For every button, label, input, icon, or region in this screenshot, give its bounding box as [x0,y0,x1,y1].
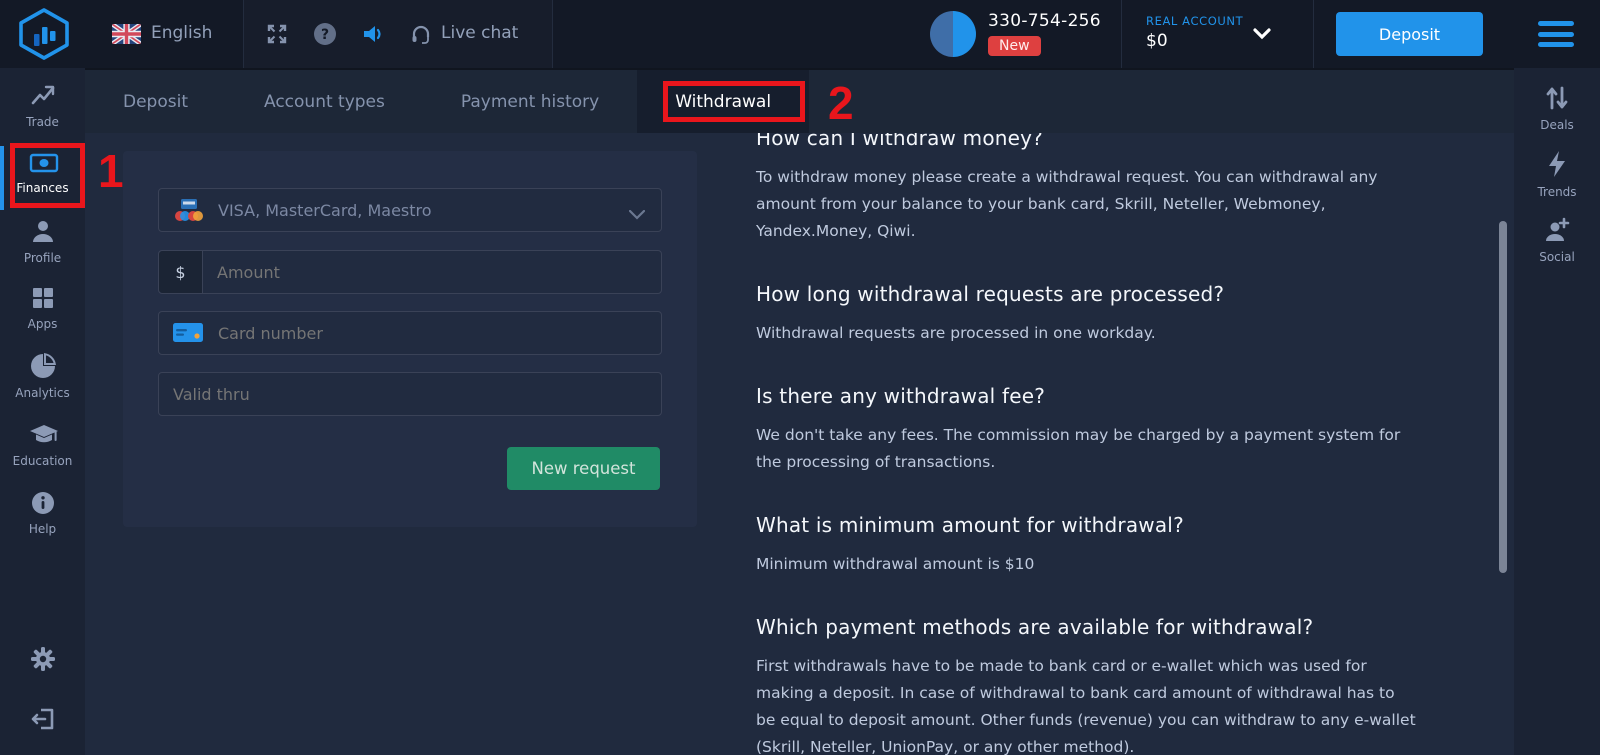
divider [1313,0,1314,68]
account-type-label: REAL ACCOUNT [1146,14,1243,28]
lightning-icon [1543,150,1571,176]
sound-icon[interactable] [362,23,384,45]
balance-value: $0 [1146,31,1168,51]
main-content: VISA, MasterCard, Maestro $ [85,133,1514,755]
pie-chart-icon [29,353,57,379]
tab-account-types[interactable]: Account types [226,70,423,133]
faq-question: How long withdrawal requests are process… [756,281,1480,307]
sidebar-item-finances[interactable]: Finances [0,152,85,195]
faq-answer: We don't take any fees. The commission m… [756,422,1480,476]
tab-withdrawal[interactable]: Withdrawal [637,70,809,133]
amount-input[interactable] [203,251,661,293]
card-number-field-wrap [158,311,662,355]
payment-methods-icon [172,197,204,223]
banknote-icon [29,152,57,178]
faq-question: What is minimum amount for withdrawal? [756,512,1480,538]
valid-thru-input[interactable] [159,373,661,415]
faq-answer: Minimum withdrawal amount is $10 [756,551,1480,578]
tab-deposit[interactable]: Deposit [85,70,226,133]
new-request-button[interactable]: New request [507,447,660,490]
sidebar-item-deals[interactable]: Deals [1514,85,1600,132]
new-badge: New [988,36,1041,56]
menu-hamburger-icon[interactable] [1538,21,1574,47]
finances-tab-bar: Deposit Account types Payment history Wi… [85,68,1514,133]
divider [552,0,553,68]
withdrawal-page: English ? Live chat [0,0,1600,755]
info-circle-icon [29,491,57,517]
amount-field-wrap: $ [158,250,662,294]
uk-flag-icon[interactable] [112,24,141,44]
logout-icon[interactable] [0,706,85,736]
faq-question: How can I withdraw money? [756,133,1480,151]
right-sidebar: Deals Trends Social [1514,68,1600,755]
svg-text:?: ? [321,27,329,43]
up-down-arrows-icon [1543,85,1571,111]
apps-grid-icon [29,286,57,312]
sidebar-item-trends[interactable]: Trends [1514,150,1600,199]
faq-answer: To withdraw money please create a withdr… [756,164,1480,245]
settings-gear-icon[interactable] [0,646,85,676]
sidebar-item-apps[interactable]: Apps [0,286,85,331]
avatar[interactable] [930,11,976,57]
active-indicator [0,146,4,210]
currency-symbol: $ [159,251,203,293]
deposit-button[interactable]: Deposit [1336,12,1483,56]
account-id: 330-754-256 [988,11,1101,31]
account-chevron-down-icon[interactable] [1253,25,1271,39]
payment-method-select[interactable]: VISA, MasterCard, Maestro [158,188,662,232]
sidebar-item-analytics[interactable]: Analytics [0,353,85,400]
live-chat-button[interactable]: Live chat [441,23,518,43]
withdrawal-faq: How can I withdraw money? To withdraw mo… [756,133,1480,755]
sidebar-item-help[interactable]: Help [0,491,85,536]
divider [1121,0,1122,68]
trend-arrow-icon [29,82,57,108]
person-plus-icon [1543,217,1571,243]
fullscreen-icon[interactable] [266,23,288,45]
person-icon [29,218,57,244]
top-bar: English ? Live chat [0,0,1600,68]
sidebar-item-education[interactable]: Education [0,423,85,468]
card-number-input[interactable] [218,312,661,354]
faq-question: Which payment methods are available for … [756,614,1480,640]
brand-logo-icon[interactable] [16,7,72,61]
graduation-cap-icon [29,423,57,449]
sidebar-item-profile[interactable]: Profile [0,218,85,265]
sidebar-item-social[interactable]: Social [1514,217,1600,264]
withdrawal-form-card: VISA, MasterCard, Maestro $ [123,151,697,527]
faq-answer: First withdrawals have to be made to ban… [756,653,1480,755]
faq-question: Is there any withdrawal fee? [756,383,1480,409]
payment-method-value: VISA, MasterCard, Maestro [218,201,432,220]
language-selector[interactable]: English [151,23,212,43]
credit-card-icon [172,320,204,346]
valid-thru-field-wrap [158,372,662,416]
left-sidebar: Trade Finances Profile [0,68,85,755]
help-circle-icon[interactable]: ? [314,23,336,45]
headset-icon[interactable] [410,23,432,45]
sidebar-item-trade[interactable]: Trade [0,82,85,129]
content-scrollbar[interactable] [1499,221,1507,573]
divider [243,0,244,68]
chevron-down-icon [629,205,645,215]
tab-payment-history[interactable]: Payment history [423,70,637,133]
faq-answer: Withdrawal requests are processed in one… [756,320,1480,347]
